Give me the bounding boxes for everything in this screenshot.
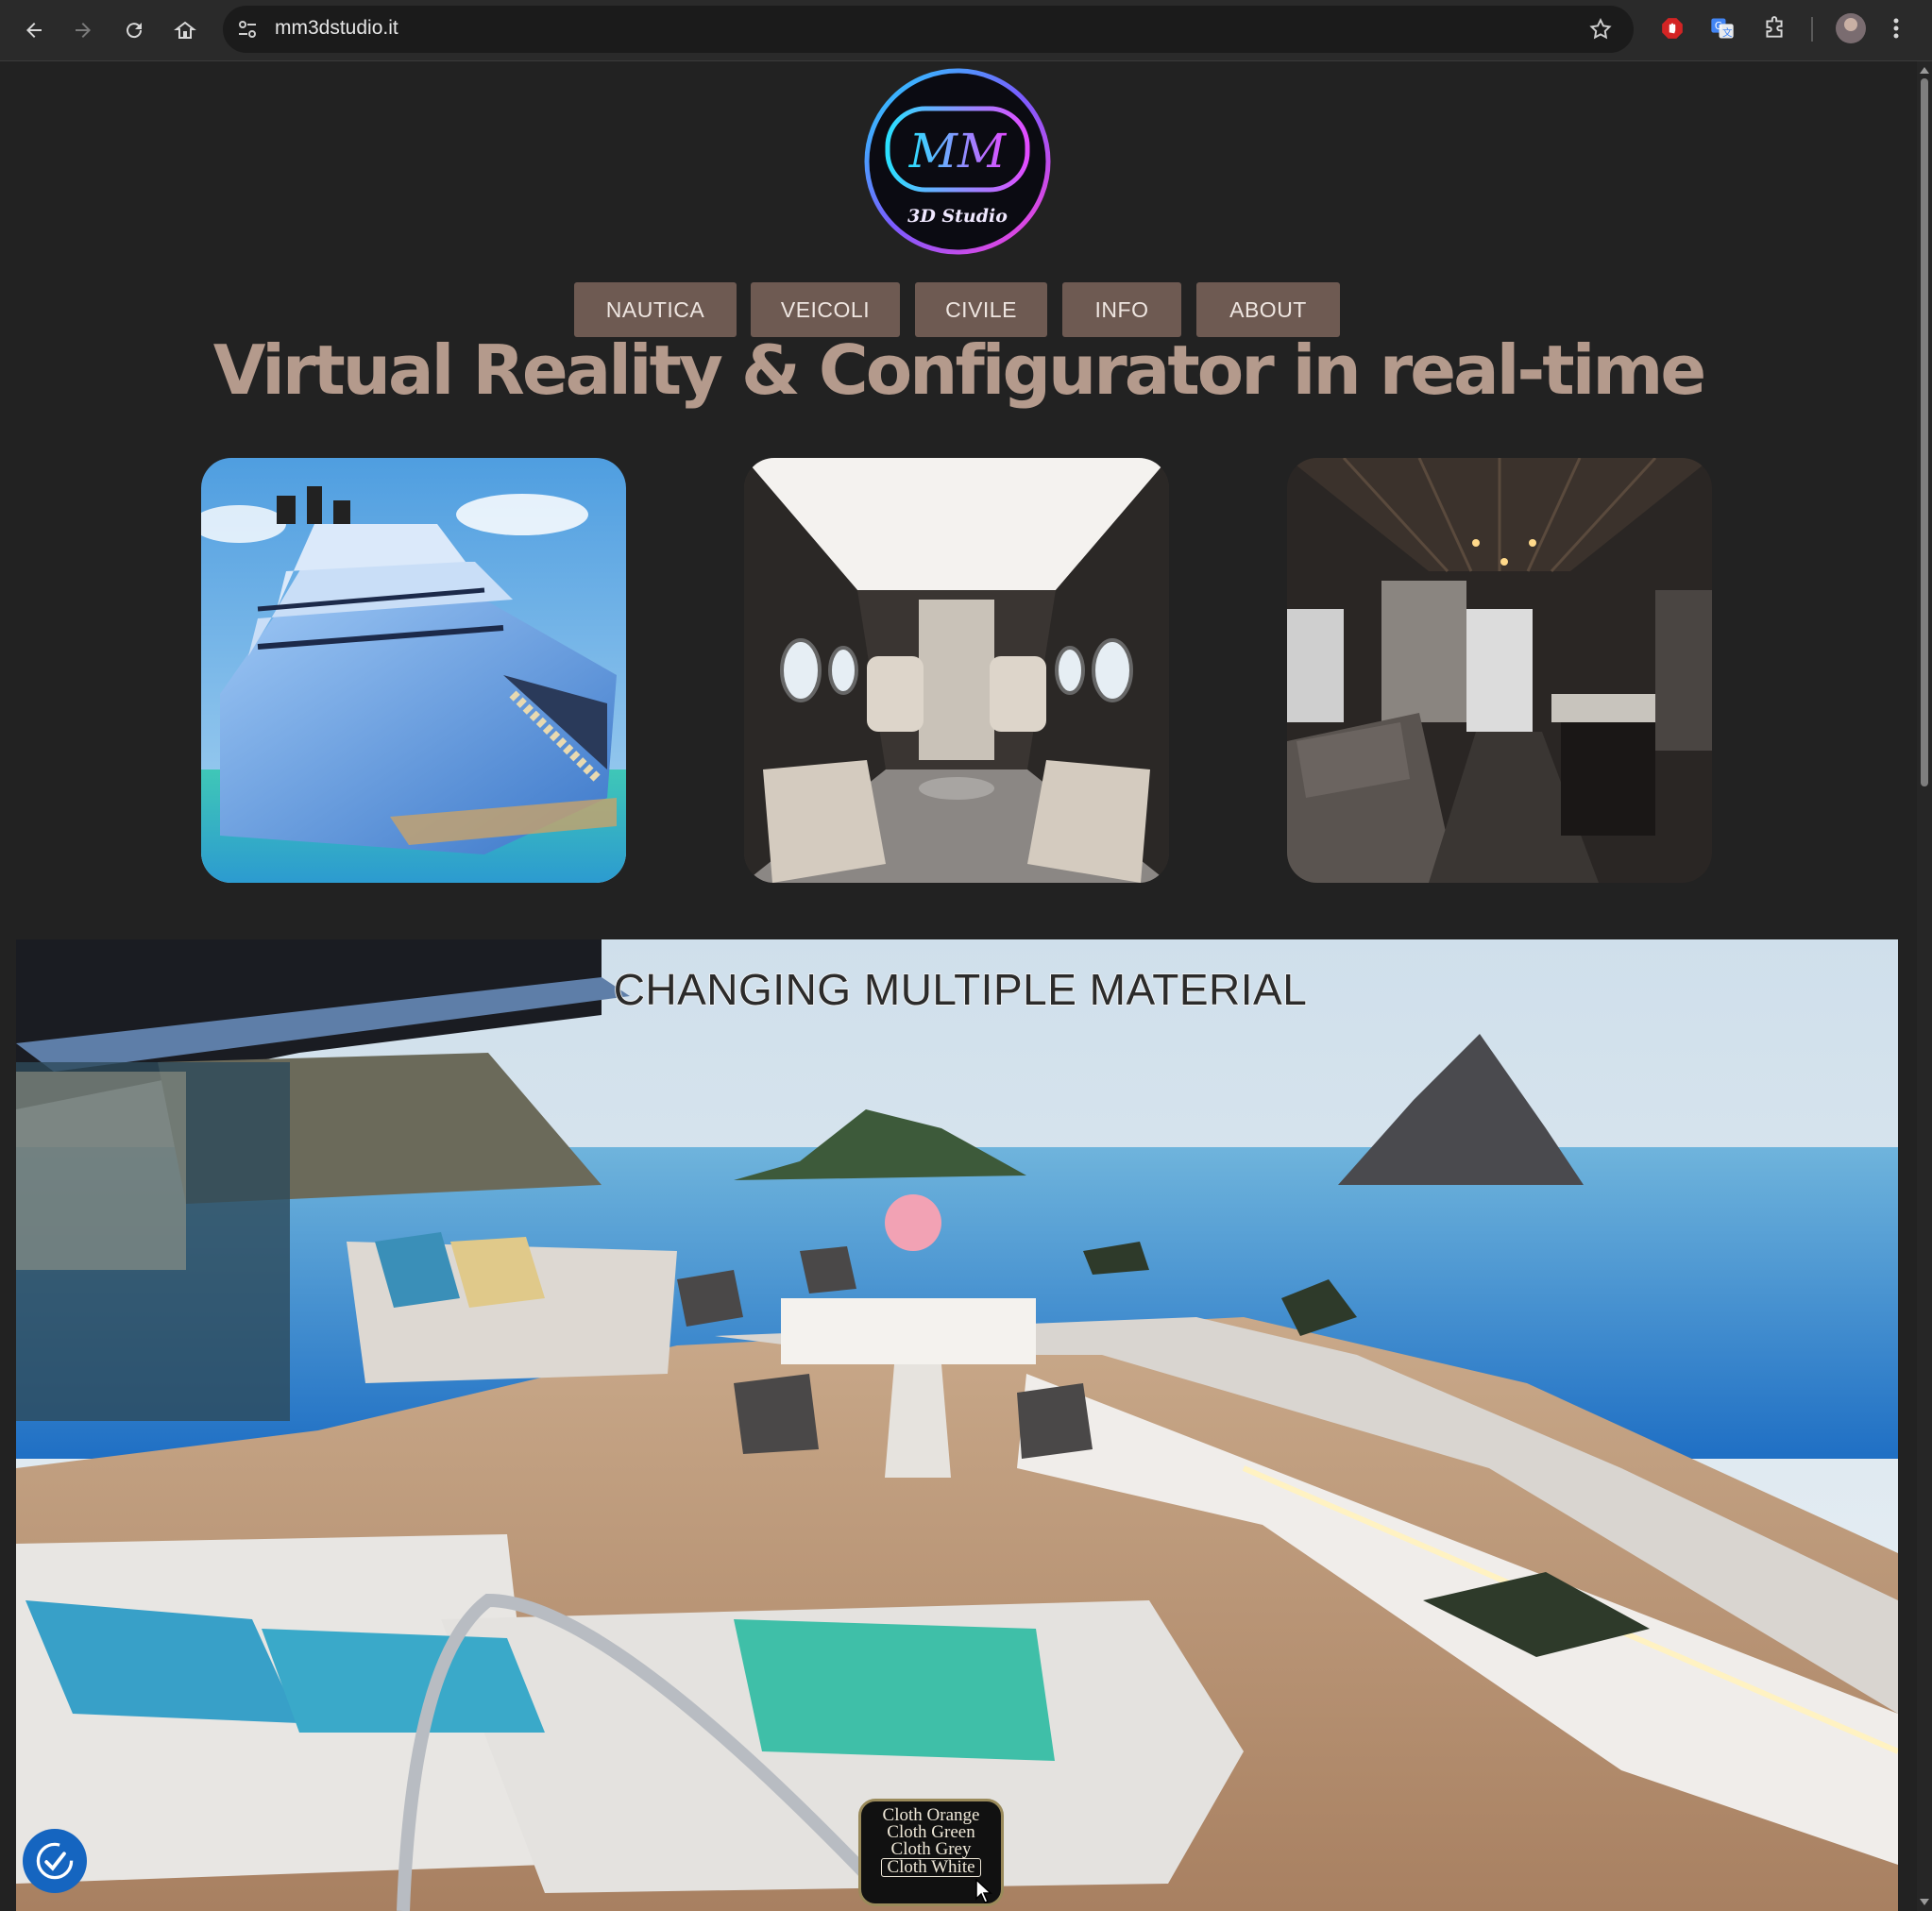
residential-interior-image [1287,458,1712,883]
logo-tagline: 3D Studio [907,206,1008,227]
material-option-cloth-grey[interactable]: Cloth Grey [882,1840,980,1858]
scroll-down-arrow-icon[interactable] [1920,1899,1929,1905]
forward-icon[interactable] [64,11,102,49]
extensions-puzzle-icon[interactable] [1760,14,1788,42]
yacht-deck-scene [16,939,1898,1911]
browser-toolbar: mm3dstudio.it G文 [0,0,1932,61]
more-menu-icon[interactable] [1889,13,1904,43]
scrollbar-thumb[interactable] [1921,78,1928,786]
svg-text:G: G [1715,21,1722,32]
address-bar[interactable]: mm3dstudio.it [223,6,1634,53]
accessibility-button[interactable] [23,1829,87,1893]
card-residential-interior[interactable] [1287,458,1712,883]
translate-extension-icon[interactable]: G文 [1708,14,1737,42]
yacht-exterior-image [201,458,626,883]
nav-item-veicoli[interactable]: VEICOLI [751,282,900,337]
nav-item-nautica[interactable]: NAUTICA [574,282,737,337]
material-option-cloth-white[interactable]: Cloth White [881,1858,981,1877]
home-icon[interactable] [166,11,204,49]
configurator-viewer[interactable]: CHANGING MULTIPLE MATERIAL Cloth Orange … [16,939,1898,1911]
showcase-title: CHANGING MULTIPLE MATERIAL [613,964,1308,1015]
nav-item-info[interactable]: INFO [1062,282,1181,337]
site-settings-icon[interactable] [236,18,259,41]
accessibility-icon [36,1842,74,1880]
page-viewport: MM 3D Studio NAUTICA VEICOLI CIVILE INFO… [0,61,1917,1911]
scroll-up-arrow-icon[interactable] [1920,67,1929,74]
card-yacht-exterior[interactable] [201,458,626,883]
page-headline: Virtual Reality & Configurator in real-t… [212,330,1707,410]
bookmark-star-icon[interactable] [1588,17,1613,42]
nav-item-about[interactable]: ABOUT [1196,282,1340,337]
page-scrollbar[interactable] [1917,61,1932,1911]
nav-item-civile[interactable]: CIVILE [915,282,1047,337]
card-jet-interior[interactable] [744,458,1169,883]
logo-monogram: MM [908,124,1008,178]
profile-avatar[interactable] [1836,13,1866,43]
adblock-extension-icon[interactable] [1658,14,1686,42]
mouse-cursor-icon [975,1879,992,1903]
toolbar-separator [1811,17,1813,42]
svg-text:文: 文 [1722,26,1733,39]
reload-icon[interactable] [115,11,153,49]
url-text[interactable]: mm3dstudio.it [275,17,398,40]
back-icon[interactable] [15,11,53,49]
site-logo[interactable]: MM 3D Studio [861,65,1054,258]
jet-interior-image [744,458,1169,883]
